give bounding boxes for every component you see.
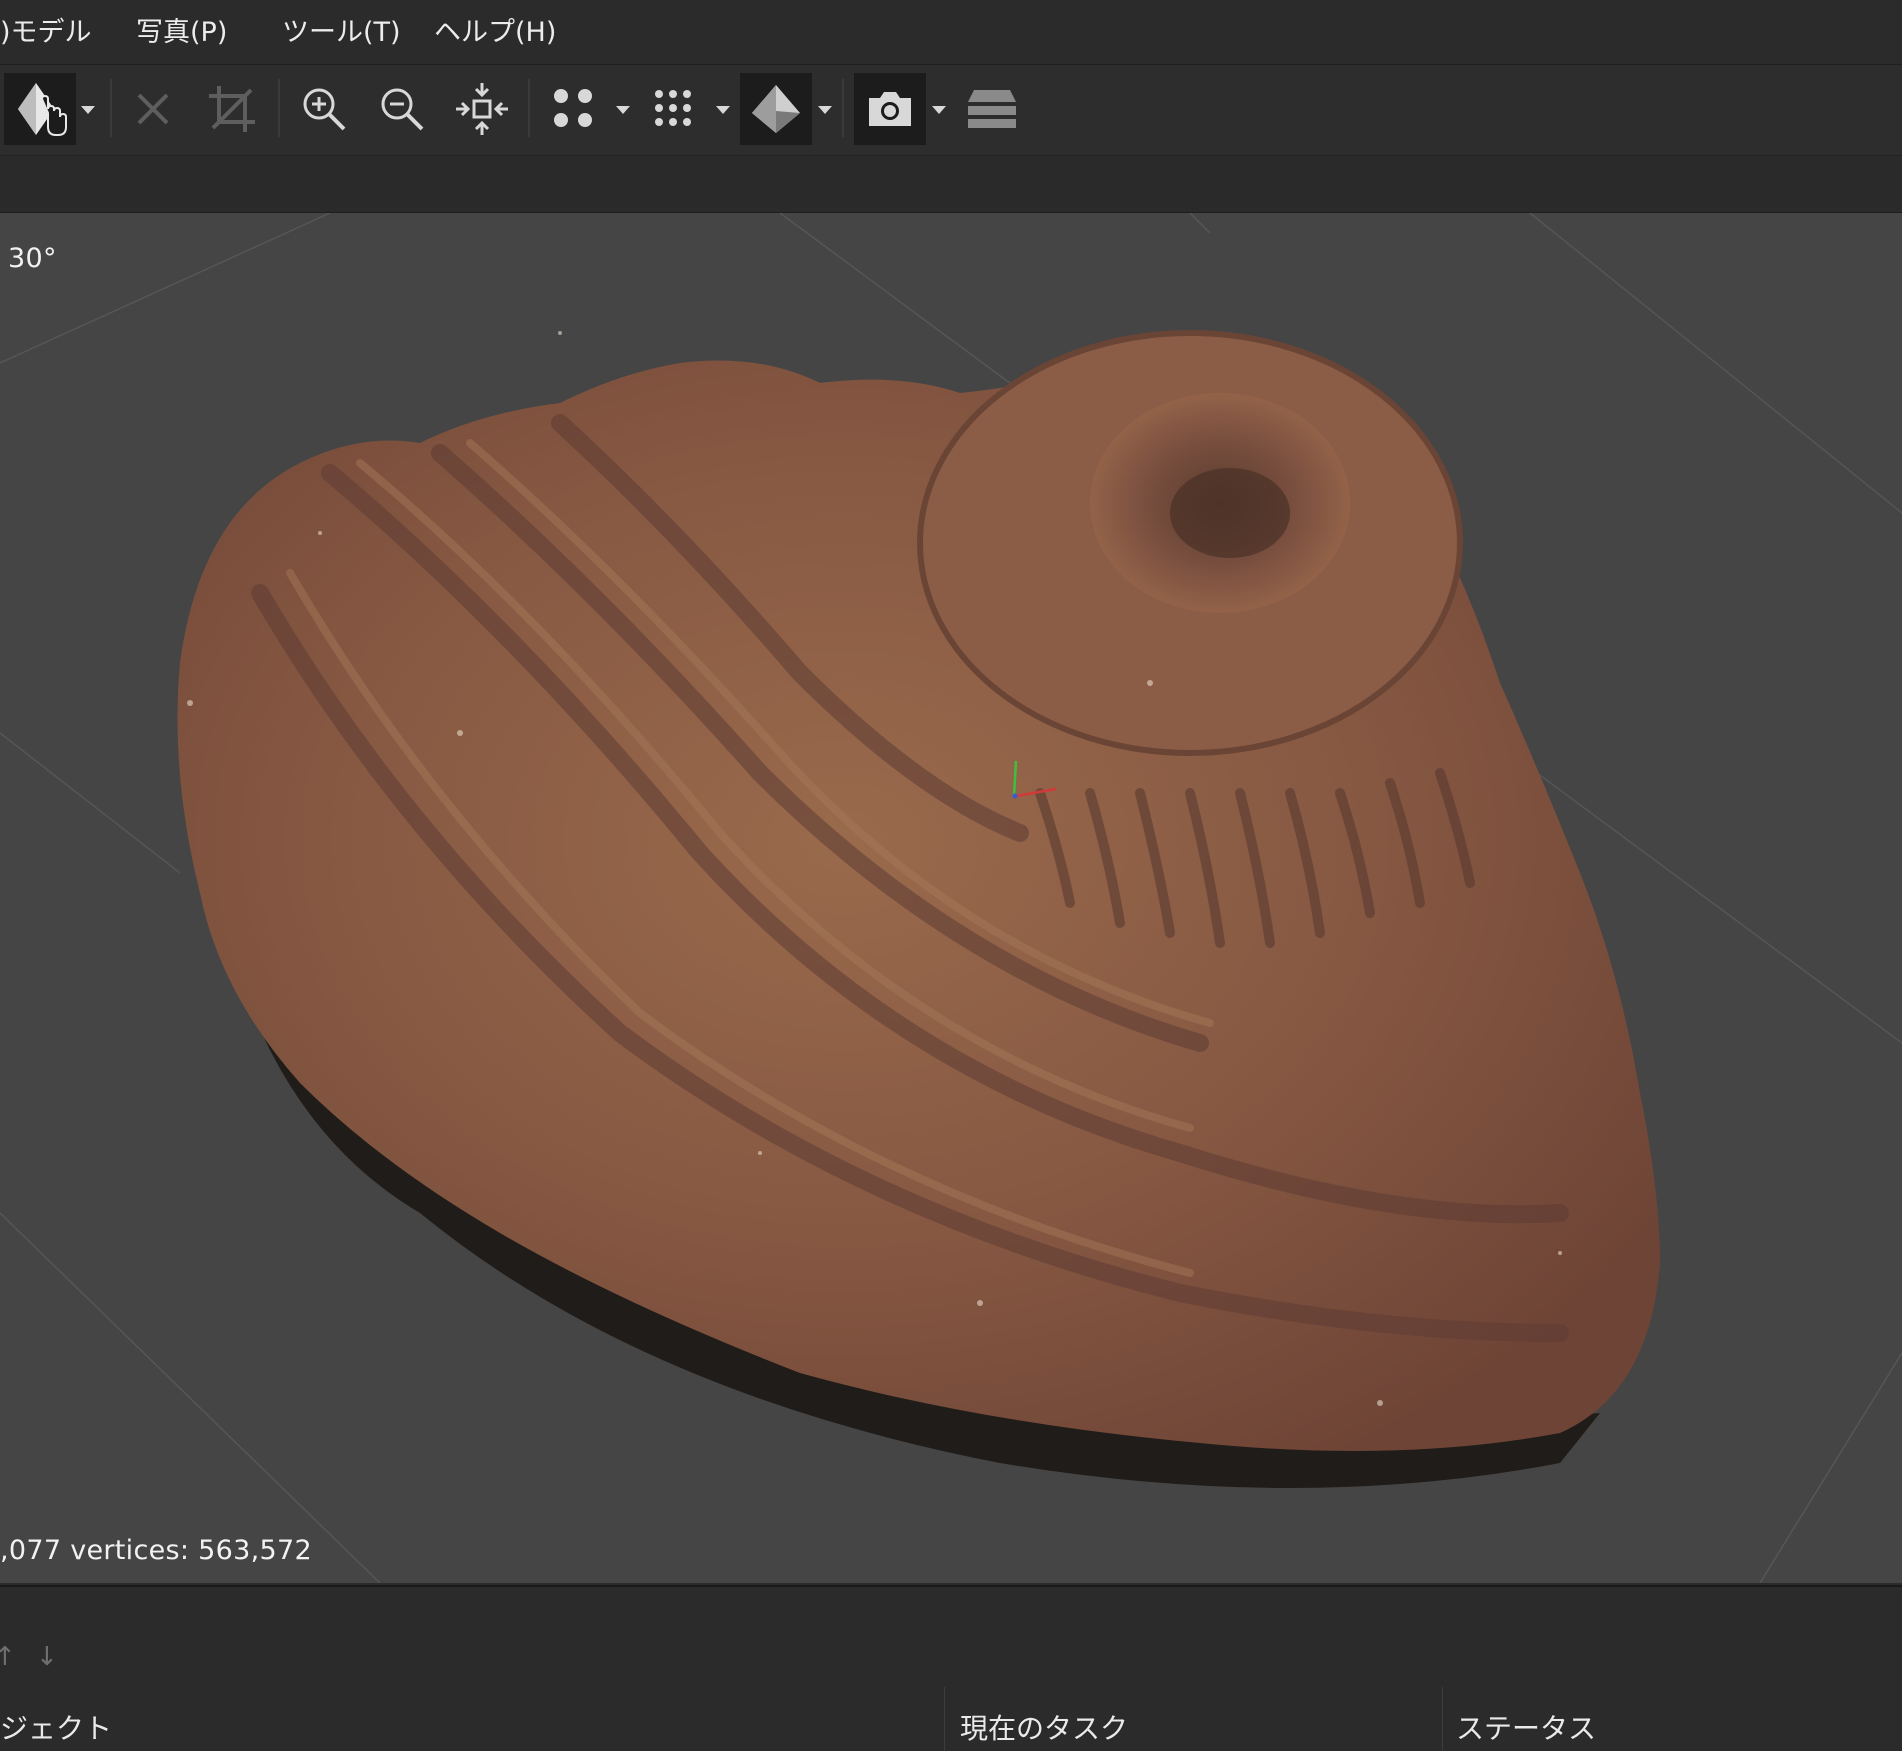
menu-tools[interactable]: ツール(T) [282, 10, 401, 49]
view-tab-strip [0, 156, 1902, 213]
dense-cloud-icon [655, 90, 691, 126]
menu-model[interactable]: )モデル [0, 10, 92, 49]
delete-selection-button[interactable] [117, 73, 189, 145]
reset-view-button[interactable] [446, 73, 518, 145]
menu-bar: )モデル 写真(P) ツール(T) ヘルプ(H) [0, 0, 1902, 65]
model-stats-label: ,077 vertices: 563,572 [0, 1535, 312, 1566]
show-cameras-button[interactable] [854, 73, 926, 145]
textured-model-icon [752, 85, 800, 133]
show-layers-icon [968, 90, 1016, 128]
menu-photos[interactable]: 写真(P) [136, 10, 227, 49]
point-cloud-dropdown[interactable] [616, 106, 630, 114]
navigation-mode-icon [18, 83, 67, 136]
point-cloud-icon [554, 89, 592, 127]
dense-cloud-dropdown[interactable] [716, 106, 730, 114]
zoom-in-button[interactable] [288, 73, 360, 145]
toolbar [0, 65, 1902, 156]
jobs-panel: ↑ ↓ ジェクト 現在のタスク ステータス [0, 1585, 1902, 1751]
dense-cloud-button[interactable] [638, 73, 710, 145]
move-up-icon[interactable]: ↑ [0, 1642, 16, 1672]
navigation-mode-button[interactable] [4, 73, 76, 145]
crop-selection-icon [209, 86, 255, 132]
point-cloud-button[interactable] [538, 73, 610, 145]
model-render [0, 213, 1902, 1583]
delete-selection-icon [137, 93, 169, 125]
zoom-out-button[interactable] [366, 73, 438, 145]
show-cameras-icon [869, 92, 911, 126]
zoom-in-icon [303, 88, 346, 131]
show-cameras-dropdown[interactable] [932, 106, 946, 114]
textured-model-dropdown[interactable] [818, 106, 832, 114]
column-header-project[interactable]: ジェクト [0, 1707, 112, 1747]
view-angle-label: 30° [8, 243, 57, 274]
navigation-mode-dropdown[interactable] [81, 106, 95, 114]
move-down-icon[interactable]: ↓ [36, 1642, 58, 1672]
show-layers-button[interactable] [956, 73, 1028, 145]
column-header-current-task[interactable]: 現在のタスク [960, 1707, 1128, 1747]
model-viewport[interactable]: 30° ,077 vertices: 563,572 [0, 213, 1902, 1583]
zoom-out-icon [381, 88, 424, 131]
menu-help[interactable]: ヘルプ(H) [434, 10, 556, 49]
column-header-status[interactable]: ステータス [1456, 1707, 1596, 1747]
reset-view-icon [456, 83, 508, 135]
crop-selection-button[interactable] [196, 73, 268, 145]
textured-model-button[interactable] [740, 73, 812, 145]
